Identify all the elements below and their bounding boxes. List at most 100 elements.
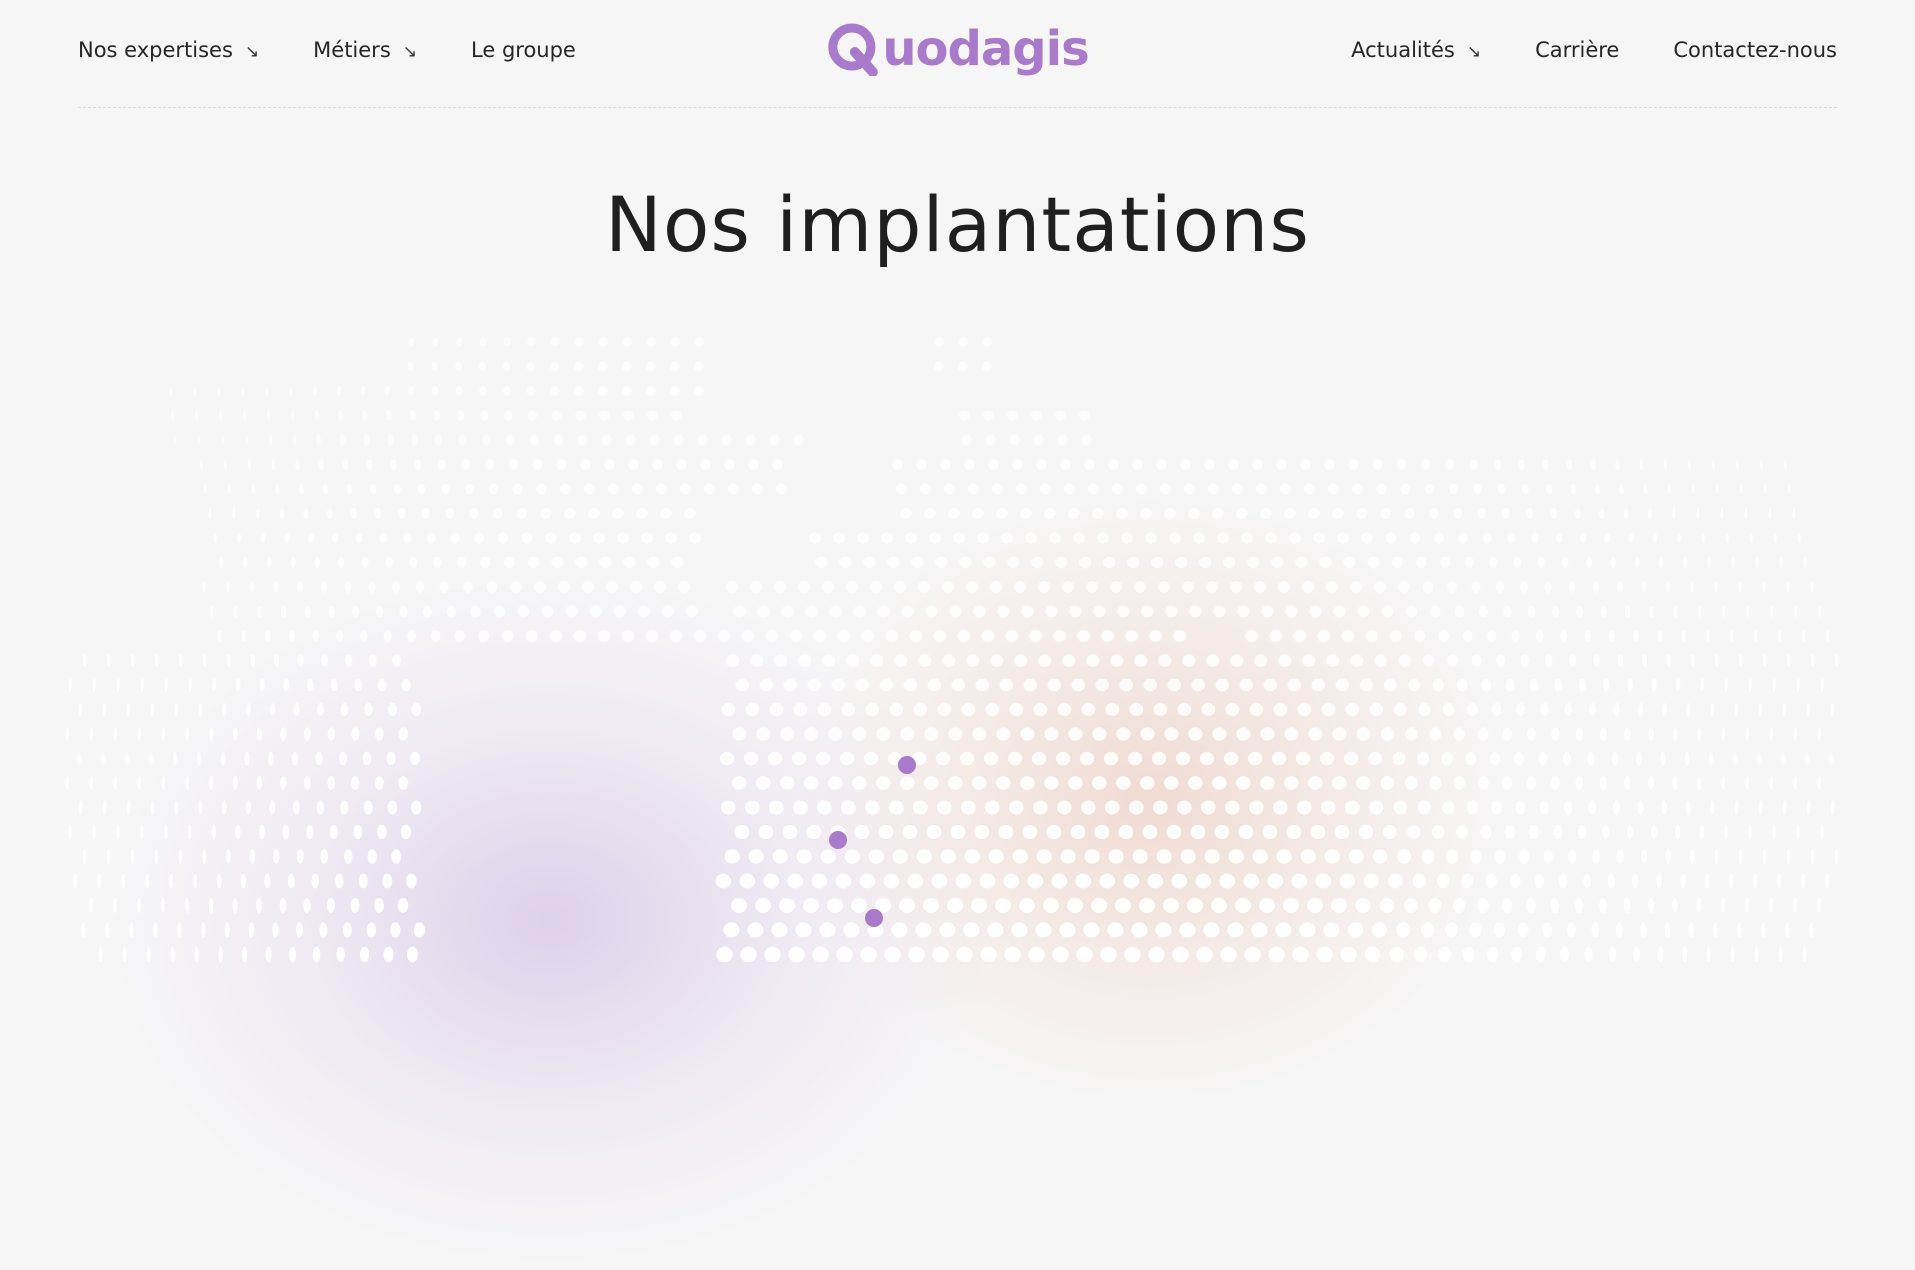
map-dot [525,629,538,643]
map-dot [97,873,102,889]
map-dot [841,702,856,717]
map-dot [960,800,976,815]
map-dot [503,337,512,347]
map-dot [1073,532,1086,544]
map-dot [250,654,256,667]
map-dot [240,873,246,889]
map-dot [360,386,366,396]
map-dot [1686,702,1691,717]
map-dot [1550,897,1560,914]
map-dot [565,605,578,618]
map-dot [821,581,835,593]
map-dot [852,727,867,741]
map-dot [1085,654,1100,667]
nav-item-le-groupe[interactable]: Le groupe [471,38,576,62]
map-dot [82,654,87,667]
map-dot [1396,922,1411,938]
map-dot [1289,532,1302,544]
map-dot [1420,922,1435,938]
map-dot [1167,678,1181,692]
map-dot [256,776,263,790]
map-dot [1004,946,1021,963]
map-dot [1031,556,1044,569]
map-dot [233,605,238,618]
quodagis-logo[interactable]: uodagis [826,22,1090,76]
map-dot [434,434,443,446]
map-dot [289,946,296,963]
map-dot [745,702,760,717]
map-dot [1187,507,1200,520]
map-dot [1355,897,1371,914]
map-dot [1738,581,1742,593]
map-dot [501,629,514,643]
nav-item-metiers[interactable]: Métiers ↘ [313,38,417,62]
location-marker-2[interactable] [829,831,847,849]
map-dot [1397,849,1412,864]
nav-item-nos-expertises[interactable]: Nos expertises ↘ [78,38,259,62]
map-dot [1535,629,1544,643]
map-dot [809,532,822,544]
map-dot [312,629,319,643]
map-dot [194,946,199,963]
map-dot [1315,873,1332,889]
nav-item-contactez-nous[interactable]: Contactez-nous [1673,38,1837,62]
map-dot [1059,922,1076,938]
map-dot [1117,605,1130,618]
map-dot [1243,873,1260,889]
map-dot [1737,922,1742,938]
nav-label: Actualités [1351,38,1455,62]
map-dot [1527,605,1536,618]
map-dot [1388,873,1403,889]
nav-item-actualites[interactable]: Actualités ↘ [1351,38,1481,62]
map-dot [1376,483,1387,495]
map-dot [161,897,165,914]
map-dot [773,581,787,593]
map-dot [670,337,681,347]
nav-item-carriere[interactable]: Carrière [1535,38,1619,62]
map-dot [1344,800,1360,815]
map-dot [1801,873,1806,889]
map-dot [89,776,94,790]
map-dot [805,605,818,618]
map-dot [316,434,321,446]
map-dot [734,824,750,840]
map-dot [411,702,422,717]
map-dot [773,654,788,667]
map-dot [1697,727,1702,741]
map-dot [1714,581,1718,593]
map-dot [320,849,329,864]
map-dot [1057,434,1068,446]
map-dot [164,678,168,692]
map-dot [185,776,190,790]
map-dot [232,897,238,914]
map-dot [1519,849,1530,864]
map-dot [1745,727,1750,741]
map-dot [1772,678,1776,692]
map-dot [219,410,222,421]
map-dot [1713,922,1718,938]
map-dot [185,897,189,914]
map-dot [879,678,893,692]
map-dot [342,459,349,470]
map-dot [1656,873,1663,889]
map-dot [622,337,633,347]
location-marker-1[interactable] [898,756,916,774]
map-dot [1199,751,1215,766]
map-dot [915,459,928,470]
map-dot [217,386,221,396]
map-dot [1005,629,1019,643]
nav-label: Nos expertises [78,38,233,62]
map-dot [1489,751,1501,766]
map-dot [350,507,357,520]
map-dot [793,702,808,717]
map-dot [1044,776,1059,790]
map-dot [417,483,426,495]
map-dot [1745,605,1750,618]
map-dot [864,800,880,815]
map-dot [813,629,827,643]
location-marker-3[interactable] [865,909,883,927]
map-dot [1715,483,1719,495]
map-dot [859,873,876,889]
map-dot [1447,654,1458,667]
map-dot [876,727,891,741]
